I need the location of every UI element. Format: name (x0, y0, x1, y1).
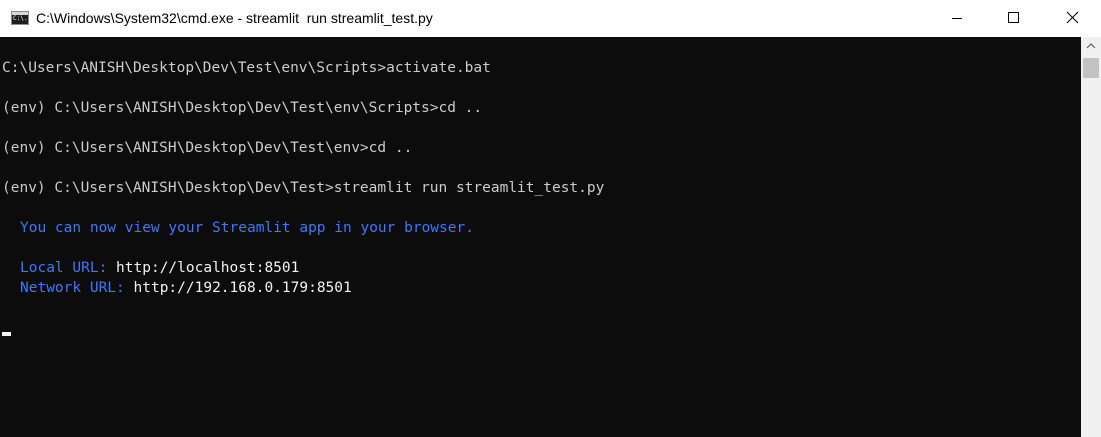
maximize-icon (1008, 12, 1019, 23)
network-url-label: Network URL: (20, 280, 125, 296)
text-cursor (2, 332, 11, 336)
close-icon (1066, 11, 1079, 24)
maximize-button[interactable] (985, 0, 1043, 37)
scroll-up-button[interactable] (1081, 37, 1101, 54)
console-line: (env) C:\Users\ANISH\Desktop\Dev\Test\en… (2, 100, 483, 116)
title-bar[interactable]: C:\. C:\Windows\System32\cmd.exe - strea… (0, 0, 1101, 37)
console-output[interactable]: C:\Users\ANISH\Desktop\Dev\Test\env\Scri… (0, 37, 1081, 437)
cmd-window: C:\. C:\Windows\System32\cmd.exe - strea… (0, 0, 1101, 437)
console-line: C:\Users\ANISH\Desktop\Dev\Test\env\Scri… (2, 60, 491, 76)
console-line: (env) C:\Users\ANISH\Desktop\Dev\Test>st… (2, 180, 605, 196)
cmd-app-icon[interactable]: C:\. (11, 11, 29, 25)
streamlit-message: You can now view your Streamlit app in y… (20, 220, 474, 236)
close-button[interactable] (1043, 0, 1101, 37)
window-title: C:\Windows\System32\cmd.exe - streamlit … (36, 10, 433, 26)
scroll-thumb[interactable] (1083, 58, 1099, 78)
local-url-line: Local URL: http://localhost:8501 (20, 258, 299, 278)
minimize-button[interactable] (929, 0, 987, 37)
minimize-icon (952, 18, 962, 19)
network-url-line: Network URL: http://192.168.0.179:8501 (20, 278, 352, 298)
network-url-value: http://192.168.0.179:8501 (133, 280, 352, 296)
local-url-value: http://localhost:8501 (116, 260, 300, 276)
vertical-scrollbar[interactable] (1081, 37, 1101, 437)
cmd-app-icon-label: C:\. (13, 15, 28, 22)
local-url-label: Local URL: (20, 260, 108, 276)
console-line: (env) C:\Users\ANISH\Desktop\Dev\Test\en… (2, 140, 413, 156)
chevron-up-icon (1086, 43, 1096, 49)
